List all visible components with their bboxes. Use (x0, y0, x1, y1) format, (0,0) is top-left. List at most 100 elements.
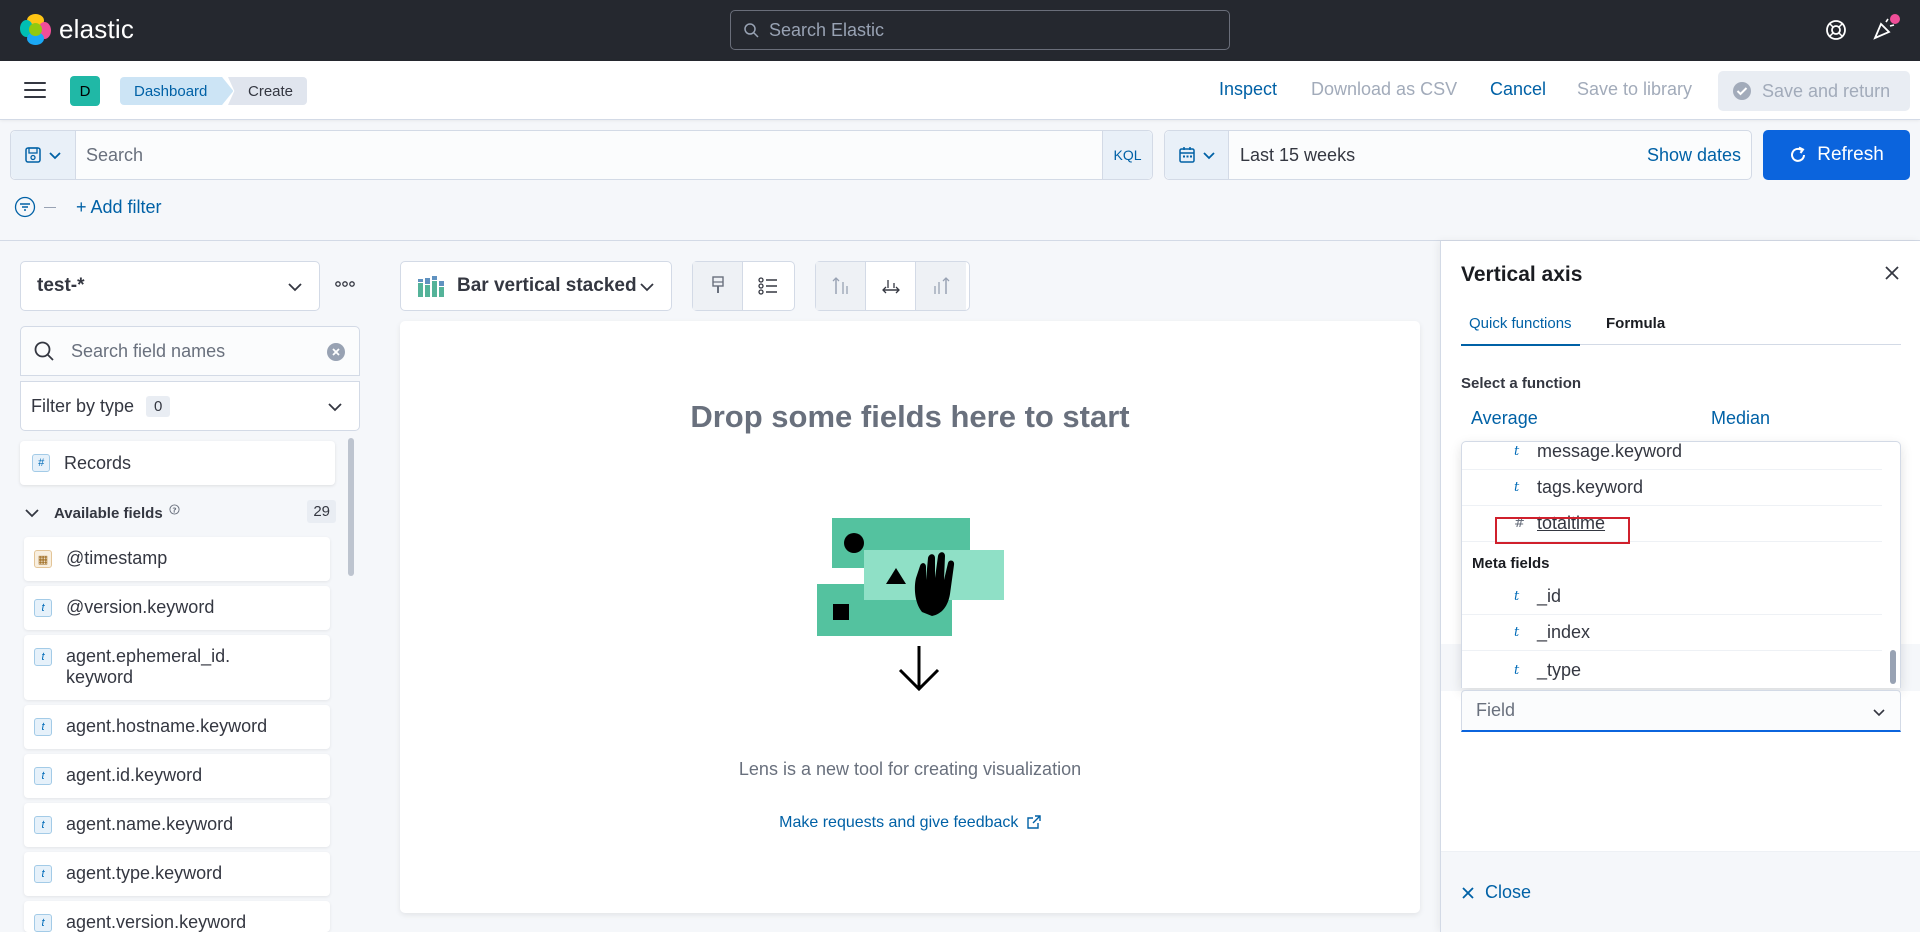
field-item[interactable]: t agent.name.keyword (24, 803, 330, 847)
workspace-panel[interactable]: Drop some fields here to start Lens is a… (400, 321, 1420, 913)
info-icon[interactable]: ? (169, 503, 180, 515)
app-header: D Dashboard Create Inspect Download as C… (0, 61, 1920, 120)
dropdown-option[interactable]: t _index (1462, 615, 1882, 651)
brush-icon (711, 276, 724, 293)
function-median[interactable]: Median (1711, 408, 1770, 429)
save-icon (25, 147, 41, 163)
global-search-input[interactable]: Search Elastic (730, 10, 1230, 50)
calendar-icon (1178, 147, 1195, 163)
field-search-input[interactable]: Search field names (20, 326, 360, 376)
field-item[interactable]: t agent.id.keyword (24, 754, 330, 798)
bar-chart-icon (418, 276, 444, 297)
field-item[interactable]: t agent.hostname.keyword (24, 705, 330, 749)
field-name: agent.name.keyword (66, 814, 234, 834)
top-header: elastic Search Elastic (0, 0, 1920, 61)
field-item[interactable]: ▦ @timestamp (24, 537, 330, 581)
field-combobox[interactable]: Field (1461, 690, 1901, 732)
field-dropdown-list[interactable]: t message.keyword t tags.keyword # total… (1461, 441, 1901, 688)
dropdown-scrollbar[interactable] (1890, 650, 1896, 684)
field-item[interactable]: t agent.version.keyword (24, 901, 330, 932)
feedback-label: Make requests and give feedback (779, 814, 1019, 831)
feedback-link[interactable]: Make requests and give feedback (400, 814, 1420, 832)
field-item[interactable]: t agent.ephemeral_id. keyword (24, 635, 330, 700)
left-axis-button[interactable] (816, 262, 866, 310)
field-name: agent.version.keyword (66, 912, 247, 932)
date-picker: Last 15 weeks Show dates (1164, 130, 1752, 180)
string-token-icon: t (1514, 625, 1520, 640)
string-token-icon: t (34, 816, 52, 834)
tab-formula[interactable]: Formula (1606, 315, 1665, 332)
close-icon[interactable] (1884, 265, 1900, 281)
save-and-return-button[interactable]: Save and return (1718, 71, 1910, 111)
add-filter-button[interactable]: + Add filter (76, 197, 162, 218)
available-fields-header[interactable]: Available fields ? 29 (24, 500, 336, 526)
chart-type-switcher[interactable]: Bar vertical stacked (400, 261, 672, 311)
query-input[interactable]: Search (86, 145, 143, 166)
download-csv-button[interactable]: Download as CSV (1311, 79, 1457, 100)
cancel-button[interactable]: Cancel (1490, 79, 1546, 100)
query-language-button[interactable]: KQL (1102, 131, 1152, 179)
field-name: @timestamp (66, 548, 168, 568)
close-flyout-button[interactable]: Close (1461, 882, 1531, 903)
field-name: agent.hostname.keyword (66, 716, 268, 736)
chevron-down-icon (25, 509, 39, 518)
chart-type-label: Bar vertical stacked (457, 275, 637, 296)
string-token-icon: t (34, 914, 52, 932)
breadcrumb-dashboard[interactable]: Dashboard (120, 77, 234, 105)
quick-date-button[interactable] (1165, 131, 1229, 179)
number-token-icon: # (32, 454, 50, 472)
right-axis-button[interactable] (916, 262, 966, 310)
elastic-logo[interactable]: elastic (20, 14, 134, 45)
check-circle-icon (1733, 82, 1751, 100)
index-pattern-name: test-* (37, 275, 85, 296)
space-avatar[interactable]: D (70, 76, 100, 106)
option-label: message.keyword (1537, 441, 1683, 461)
records-field[interactable]: # Records (20, 441, 335, 485)
string-token-icon: t (1514, 444, 1520, 459)
elastic-logo-icon (20, 14, 51, 45)
menu-icon[interactable] (24, 82, 46, 100)
visual-options-button[interactable] (693, 262, 743, 310)
dropdown-option[interactable]: t _type (1462, 652, 1882, 688)
clear-icon[interactable] (327, 343, 345, 361)
visual-options-group (692, 261, 795, 311)
legend-options-button[interactable] (743, 262, 793, 310)
query-bar: Search KQL (10, 130, 1153, 180)
refresh-button[interactable]: Refresh (1763, 130, 1910, 180)
svg-text:?: ? (172, 505, 176, 514)
saved-query-button[interactable] (11, 131, 76, 179)
help-icon[interactable] (1824, 18, 1848, 42)
filter-by-type-button[interactable]: Filter by type 0 (20, 381, 360, 431)
bottom-axis-button[interactable] (866, 262, 916, 310)
option-label: tags.keyword (1537, 477, 1644, 497)
available-fields-label: Available fields (54, 504, 163, 522)
field-name: agent.id.keyword (66, 765, 203, 785)
index-pattern-select[interactable]: test-* (20, 261, 320, 311)
option-label: _index (1537, 622, 1591, 642)
sidebar-scrollbar[interactable] (348, 438, 354, 576)
save-and-return-label: Save and return (1762, 80, 1891, 101)
tab-quick-functions[interactable]: Quick functions (1461, 315, 1580, 346)
dropdown-option[interactable]: t message.keyword (1462, 441, 1882, 470)
option-label: _type (1537, 659, 1582, 680)
save-to-library-button[interactable]: Save to library (1577, 79, 1692, 100)
refresh-label: Refresh (1817, 144, 1884, 165)
bottom-axis-icon (881, 280, 900, 294)
date-range-text[interactable]: Last 15 weeks (1240, 145, 1355, 166)
more-options-icon[interactable] (335, 280, 355, 288)
global-search-placeholder: Search Elastic (769, 19, 885, 40)
field-item[interactable]: t agent.type.keyword (24, 852, 330, 896)
string-token-icon: t (34, 865, 52, 883)
chevron-down-icon (1873, 709, 1885, 717)
filter-icon[interactable] (14, 196, 36, 218)
notification-dot (1890, 14, 1900, 24)
show-dates-button[interactable]: Show dates (1647, 145, 1741, 166)
function-average[interactable]: Average (1471, 408, 1538, 429)
inspect-button[interactable]: Inspect (1219, 79, 1277, 100)
function-tabs: Quick functions Formula (1461, 297, 1901, 346)
string-token-icon: t (34, 718, 52, 736)
dropdown-option[interactable]: t tags.keyword (1462, 470, 1882, 506)
dropdown-option[interactable]: t _id (1462, 579, 1882, 615)
select-function-label: Select a function (1461, 375, 1582, 392)
field-item[interactable]: t @version.keyword (24, 586, 330, 630)
